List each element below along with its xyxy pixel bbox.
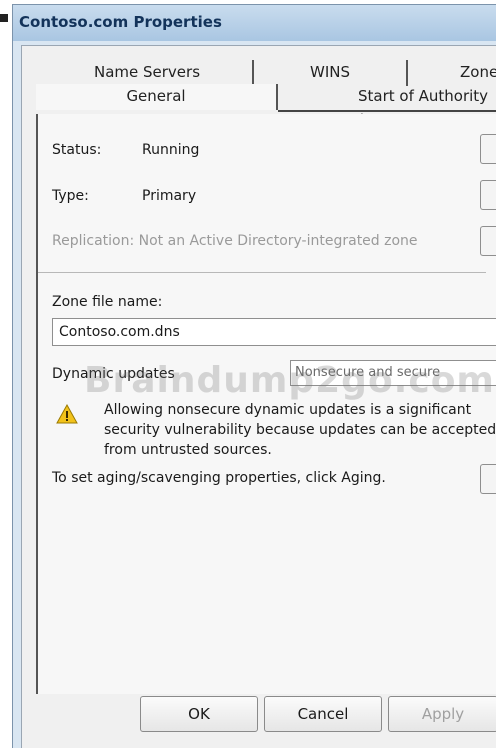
replication-text: Replication: Not an Active Directory-int… xyxy=(52,233,418,249)
tab-divider xyxy=(278,110,496,112)
window-title: Contoso.com Properties xyxy=(19,13,222,31)
cancel-button[interactable]: Cancel xyxy=(264,696,382,732)
tab-wins[interactable]: WINS xyxy=(254,60,408,86)
warning-icon xyxy=(56,404,78,424)
aging-button[interactable] xyxy=(480,464,496,494)
section-separator xyxy=(38,272,486,273)
pause-button[interactable] xyxy=(480,134,496,164)
aging-instructions: To set aging/scavenging properties, clic… xyxy=(52,470,386,486)
dynamic-updates-label: Dynamic updates xyxy=(52,366,175,382)
zone-file-name-input[interactable]: Contoso.com.dns xyxy=(52,318,496,346)
status-label: Status: xyxy=(52,142,102,158)
ok-button[interactable]: OK xyxy=(140,696,258,732)
apply-button[interactable]: Apply xyxy=(388,696,496,732)
status-value: Running xyxy=(142,142,200,158)
change-replication-button[interactable] xyxy=(480,226,496,256)
tab-zone-transfers[interactable]: Zone T xyxy=(408,60,496,86)
tab-label: Zone T xyxy=(460,63,496,81)
change-type-button[interactable] xyxy=(480,180,496,210)
window-edge-marker xyxy=(0,14,8,22)
security-warning-text: Allowing nonsecure dynamic updates is a … xyxy=(104,402,496,458)
tab-general[interactable]: General xyxy=(36,84,278,110)
tab-label: WINS xyxy=(310,63,350,81)
properties-dialog: Contoso.com Properties Name Servers WINS… xyxy=(12,4,496,748)
tab-label: Name Servers xyxy=(93,63,201,81)
tab-start-of-authority[interactable]: Start of Authority (S xyxy=(278,84,496,129)
dialog-client-area: Name Servers WINS Zone T General Start o… xyxy=(21,45,496,748)
tab-name-servers[interactable]: Name Servers xyxy=(42,60,254,86)
dynamic-updates-select[interactable]: Nonsecure and secure xyxy=(290,360,496,386)
title-bar[interactable]: Contoso.com Properties xyxy=(13,5,496,41)
type-value: Primary xyxy=(142,188,197,204)
general-tab-panel: Status: Running Type: Primary Replicatio… xyxy=(36,114,496,694)
type-label: Type: xyxy=(52,188,89,204)
zone-file-label: Zone file name: xyxy=(52,294,163,310)
tab-label: General xyxy=(126,87,186,105)
